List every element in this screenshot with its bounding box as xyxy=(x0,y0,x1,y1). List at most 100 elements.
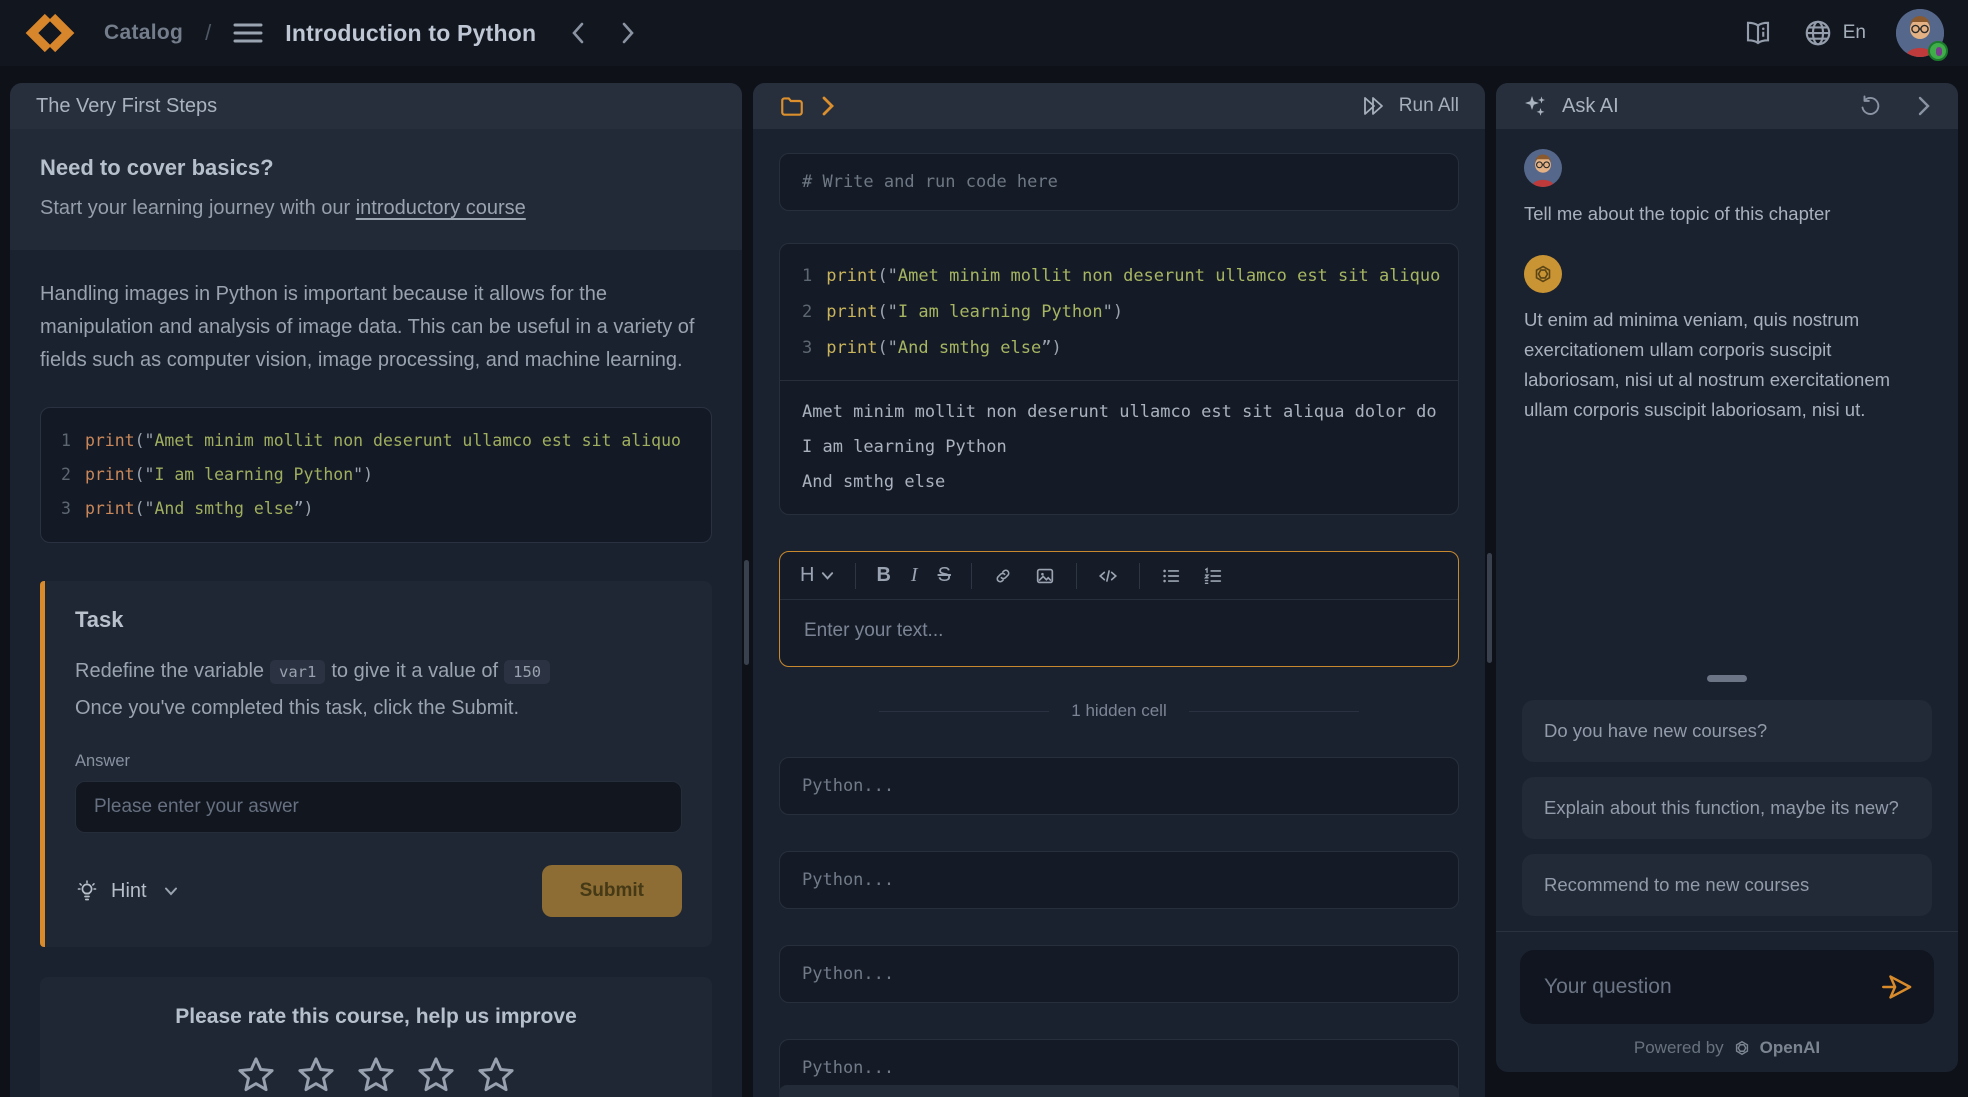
ask-ai-footer: Powered by OpenAI xyxy=(1496,931,1958,1072)
answer-input[interactable] xyxy=(75,781,682,833)
line-number: 2 xyxy=(802,302,812,322)
suggestion-chip[interactable]: Explain about this function, maybe its n… xyxy=(1522,777,1932,839)
star-icon[interactable] xyxy=(234,1053,278,1097)
star-icon[interactable] xyxy=(354,1053,398,1097)
rich-text-cell: H B I S xyxy=(779,551,1459,667)
powered-by: Powered by OpenAI xyxy=(1520,1038,1934,1058)
chevron-left-icon[interactable] xyxy=(570,22,586,44)
python-cell[interactable]: Python... xyxy=(779,945,1459,1003)
ordered-list-tool[interactable] xyxy=(1202,565,1224,587)
chevron-down-icon xyxy=(163,883,179,899)
openai-avatar xyxy=(1524,255,1562,293)
italic-tool[interactable]: I xyxy=(911,564,918,587)
hidden-cell-divider[interactable]: 1 hidden cell xyxy=(779,701,1459,721)
openai-logo-icon xyxy=(1732,1038,1752,1058)
strikethrough-tool[interactable]: S xyxy=(938,564,951,587)
left-panel-scrollbar[interactable] xyxy=(744,560,749,665)
task-text-fragment: to give it a value of xyxy=(331,660,498,682)
strike-tool-label: S xyxy=(938,564,951,587)
send-icon[interactable] xyxy=(1880,970,1914,1004)
submit-button[interactable]: Submit xyxy=(542,865,682,917)
notebook-panel-scrollbar[interactable] xyxy=(1487,553,1492,663)
code-string: And smthg else xyxy=(898,338,1041,358)
introductory-course-link[interactable]: introductory course xyxy=(356,197,526,219)
code-cell[interactable]: 1print("Amet minim mollit non deserunt u… xyxy=(779,243,1459,515)
code-keyword: print xyxy=(85,465,135,484)
code-punctuation: (" xyxy=(135,431,155,450)
openai-logo-icon xyxy=(1531,262,1555,286)
menu-icon[interactable] xyxy=(233,21,263,45)
task-title: Task xyxy=(75,607,682,633)
breadcrumb-catalog[interactable]: Catalog xyxy=(104,21,183,45)
bullet-list-icon xyxy=(1160,565,1182,587)
star-icon[interactable] xyxy=(474,1053,518,1097)
avatar-level-badge xyxy=(1928,41,1948,61)
python-cell[interactable]: Python... xyxy=(779,851,1459,909)
code-icon xyxy=(1097,565,1119,587)
code-line: 2print("I am learning Python") xyxy=(802,294,1436,330)
link-tool[interactable] xyxy=(992,565,1014,587)
star-rating xyxy=(60,1053,692,1097)
heading-tool-label: H xyxy=(800,564,814,587)
inline-code-value: 150 xyxy=(504,660,550,684)
openai-label: OpenAI xyxy=(1760,1038,1820,1058)
suggestion-list: Do you have new courses? Explain about t… xyxy=(1496,700,1958,916)
code-line: 3print("And smthg else”) xyxy=(61,492,691,526)
bullet-list-tool[interactable] xyxy=(1160,565,1182,587)
ai-message-text: Ut enim ad minima veniam, quis nostrum e… xyxy=(1524,305,1930,425)
run-all-label: Run All xyxy=(1399,95,1459,117)
code-line: 1print("Amet minim mollit non deserunt u… xyxy=(802,258,1436,294)
user-avatar[interactable] xyxy=(1896,9,1944,57)
page-title: Introduction to Python xyxy=(285,20,536,47)
editor-text-area[interactable]: Enter your text... xyxy=(780,600,1458,666)
scratch-code-cell[interactable]: # Write and run code here xyxy=(779,153,1459,211)
bold-tool[interactable]: B xyxy=(876,564,890,587)
drag-handle[interactable] xyxy=(1707,675,1747,682)
question-input[interactable] xyxy=(1544,975,1880,999)
chat-user-avatar xyxy=(1524,149,1562,187)
run-all-icon xyxy=(1361,93,1387,119)
language-label: En xyxy=(1843,22,1866,44)
code-string: Amet minim mollit non deserunt ullamco e… xyxy=(154,431,681,450)
link-icon xyxy=(992,565,1014,587)
code-keyword: print xyxy=(826,266,877,286)
reset-chat-icon[interactable] xyxy=(1858,94,1882,118)
run-all-button[interactable]: Run All xyxy=(1361,93,1459,119)
heading-tool[interactable]: H xyxy=(800,564,835,587)
line-number: 3 xyxy=(802,338,812,358)
expand-chevron-icon[interactable] xyxy=(819,95,837,117)
hint-label: Hint xyxy=(111,880,147,903)
image-icon xyxy=(1034,565,1056,587)
question-input-wrap xyxy=(1520,950,1934,1024)
ask-ai-title: Ask AI xyxy=(1562,95,1619,118)
ordered-list-icon xyxy=(1202,565,1224,587)
suggestion-chip[interactable]: Recommend to me new courses xyxy=(1522,854,1932,916)
image-tool[interactable] xyxy=(1034,565,1056,587)
star-icon[interactable] xyxy=(414,1053,458,1097)
powered-by-text: Powered by xyxy=(1634,1038,1724,1058)
top-bar: Catalog / Introduction to Python En xyxy=(0,0,1968,66)
hint-toggle[interactable]: Hint xyxy=(75,879,179,903)
chevron-right-icon[interactable] xyxy=(620,22,636,44)
user-message-text: Tell me about the topic of this chapter xyxy=(1524,199,1930,229)
brand-logo-icon[interactable] xyxy=(24,12,76,54)
collapse-panel-icon[interactable] xyxy=(1916,95,1932,117)
folder-icon[interactable] xyxy=(779,93,805,119)
italic-tool-label: I xyxy=(911,564,918,587)
code-punctuation: (" xyxy=(135,465,155,484)
star-icon[interactable] xyxy=(294,1053,338,1097)
code-punctuation: (" xyxy=(135,499,155,518)
editor-toolbar: H B I S xyxy=(780,552,1458,600)
breadcrumb-separator: / xyxy=(205,20,211,46)
book-info-icon[interactable] xyxy=(1743,18,1773,48)
bold-tool-label: B xyxy=(876,564,890,587)
code-tool[interactable] xyxy=(1097,565,1119,587)
divider-line xyxy=(879,711,1049,712)
chevron-down-icon xyxy=(820,568,835,583)
line-number: 3 xyxy=(61,499,71,518)
python-cell[interactable]: Python... xyxy=(779,757,1459,815)
language-switcher[interactable]: En xyxy=(1803,18,1866,48)
answer-label: Answer xyxy=(75,752,682,771)
suggestion-chip[interactable]: Do you have new courses? xyxy=(1522,700,1932,762)
lesson-panel: The Very First Steps Need to cover basic… xyxy=(10,83,742,1097)
